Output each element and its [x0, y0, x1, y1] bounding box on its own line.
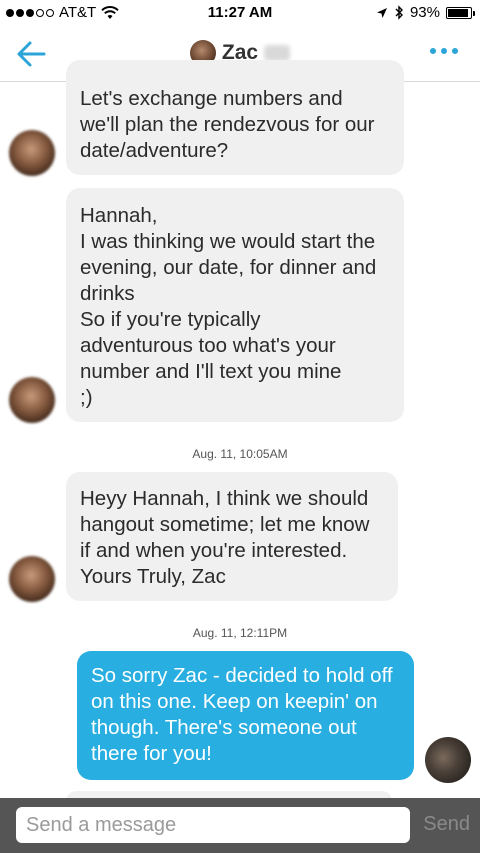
- message-text: Hannah, I was thinking we would start th…: [80, 204, 377, 409]
- more-options-icon[interactable]: [430, 48, 458, 54]
- incoming-message: Hannah, I was thinking we would start th…: [66, 188, 404, 422]
- sender-avatar[interactable]: [9, 130, 55, 176]
- incoming-message: Heyy Hannah, I think we should hangout s…: [66, 472, 398, 601]
- sender-avatar[interactable]: [9, 377, 55, 423]
- sender-avatar[interactable]: [9, 556, 55, 602]
- message-text: Let's exchange numbers and we'll plan th…: [80, 87, 375, 162]
- battery-fill: [448, 8, 469, 17]
- message-composer: Send: [0, 798, 480, 853]
- status-right: 93%: [376, 4, 475, 21]
- message-timestamp: Aug. 11, 10:05AM: [192, 447, 288, 461]
- my-avatar[interactable]: [425, 737, 471, 783]
- bluetooth-icon: [395, 5, 403, 20]
- message-timestamp: Aug. 11, 12:11PM: [192, 626, 288, 640]
- message-input[interactable]: [16, 807, 410, 843]
- message-text: So sorry Zac - decided to hold off on th…: [91, 664, 393, 765]
- battery-icon: [446, 6, 475, 19]
- message-text: Heyy Hannah, I think we should hangout s…: [80, 487, 370, 588]
- outgoing-message: So sorry Zac - decided to hold off on th…: [77, 651, 414, 780]
- status-bar: AT&T 11:27 AM 93%: [0, 0, 480, 26]
- location-arrow-icon: [376, 7, 387, 18]
- incoming-message: Let's exchange numbers and we'll plan th…: [66, 60, 404, 175]
- redacted-surname: [264, 45, 291, 61]
- send-button[interactable]: Send: [423, 813, 470, 836]
- battery-percent: 93%: [409, 4, 440, 21]
